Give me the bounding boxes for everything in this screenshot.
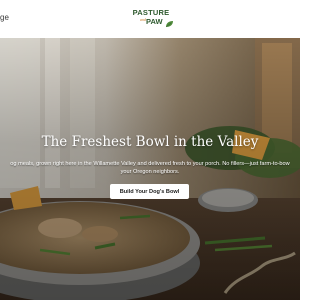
build-bowl-button[interactable]: Build Your Dog's Bowl [110,184,189,199]
hero-subtitle-line2: your Oregon neighbors. [120,169,180,175]
hero-title: The Freshest Bowl in the Valley [41,134,259,150]
brand-logo[interactable]: PASTURE and PAW [131,8,173,30]
leaf-icon [165,15,174,33]
logo-second-line: and PAW [135,17,173,28]
hero-subtitle: og meals, grown right here in the Willam… [0,160,300,176]
hero-section: The Freshest Bowl in the Valley og meals… [0,38,300,300]
hero-subtitle-line1: og meals, grown right here in the Willam… [10,161,290,167]
nav-link[interactable]: ge [0,13,9,22]
logo-word-paw: PAW [146,17,163,26]
site-header: ge PASTURE and PAW [0,0,300,38]
